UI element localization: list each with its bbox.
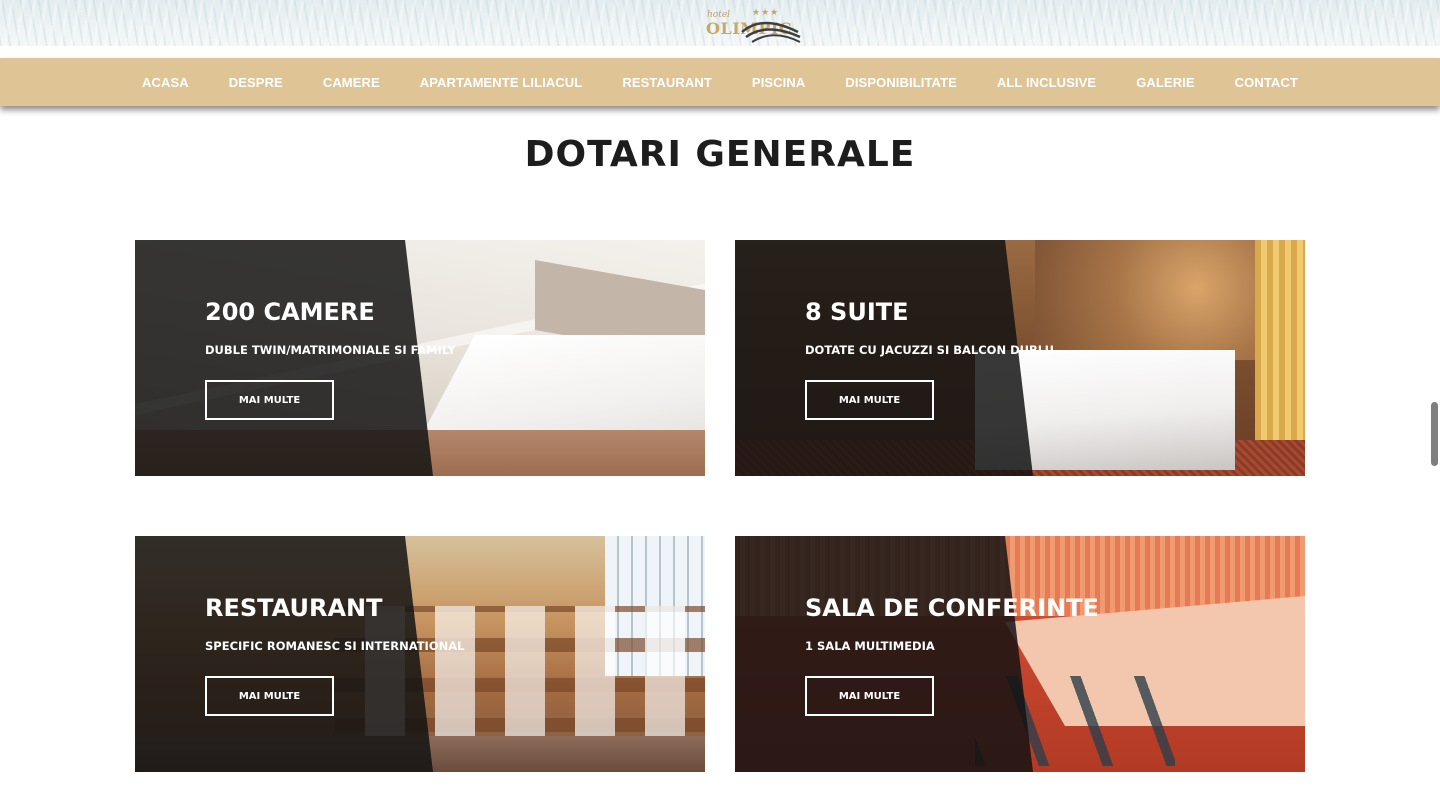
scrollbar-thumb[interactable] — [1431, 402, 1438, 466]
card-title: 200 CAMERE — [205, 298, 375, 326]
nav-item-contact[interactable]: CONTACT — [1215, 75, 1318, 90]
card-subtitle: 1 SALA MULTIMEDIA — [805, 639, 935, 653]
card-subtitle: DOTATE CU JACUZZI SI BALCON DUBLU — [805, 343, 1054, 357]
wave-icon — [741, 21, 801, 43]
card-title: SALA DE CONFERINTE — [805, 594, 1099, 622]
main-nav: ACASA DESPRE CAMERE APARTAMENTE LILIACUL… — [0, 58, 1440, 106]
card-overlay — [135, 536, 433, 772]
logo-stars: ★★★ — [752, 8, 780, 18]
more-button[interactable]: MAI MULTE — [205, 676, 334, 716]
nav-item-apartamente-liliacul[interactable]: APARTAMENTE LILIACUL — [400, 75, 603, 90]
card-title: RESTAURANT — [205, 594, 383, 622]
card-sala-conferinte: SALA DE CONFERINTE 1 SALA MULTIMEDIA MAI… — [735, 536, 1305, 772]
nav-item-despre[interactable]: DESPRE — [209, 75, 303, 90]
nav-item-acasa[interactable]: ACASA — [122, 75, 209, 90]
card-subtitle: SPECIFIC ROMANESC SI INTERNATIONAL — [205, 639, 465, 653]
nav-item-restaurant[interactable]: RESTAURANT — [602, 75, 732, 90]
card-title: 8 SUITE — [805, 298, 909, 326]
card-overlay — [735, 240, 1033, 476]
card-camere: 200 CAMERE DUBLE TWIN/MATRIMONIALE SI FA… — [135, 240, 705, 476]
card-overlay — [135, 240, 433, 476]
nav-item-galerie[interactable]: GALERIE — [1116, 75, 1214, 90]
nav-item-camere[interactable]: CAMERE — [303, 75, 400, 90]
more-button[interactable]: MAI MULTE — [805, 380, 934, 420]
more-button[interactable]: MAI MULTE — [205, 380, 334, 420]
card-subtitle: DUBLE TWIN/MATRIMONIALE SI FAMILY — [205, 343, 456, 357]
section-title: DOTARI GENERALE — [524, 134, 916, 175]
nav-item-piscina[interactable]: PISCINA — [732, 75, 825, 90]
nav-item-all-inclusive[interactable]: ALL INCLUSIVE — [977, 75, 1116, 90]
card-overlay — [735, 536, 1033, 772]
card-restaurant: RESTAURANT SPECIFIC ROMANESC SI INTERNAT… — [135, 536, 705, 772]
more-button[interactable]: MAI MULTE — [805, 676, 934, 716]
hotel-logo[interactable]: hotel ★★★ OLIMPIC — [700, 6, 804, 44]
nav-item-disponibilitate[interactable]: DISPONIBILITATE — [825, 75, 977, 90]
card-suite: 8 SUITE DOTATE CU JACUZZI SI BALCON DUBL… — [735, 240, 1305, 476]
